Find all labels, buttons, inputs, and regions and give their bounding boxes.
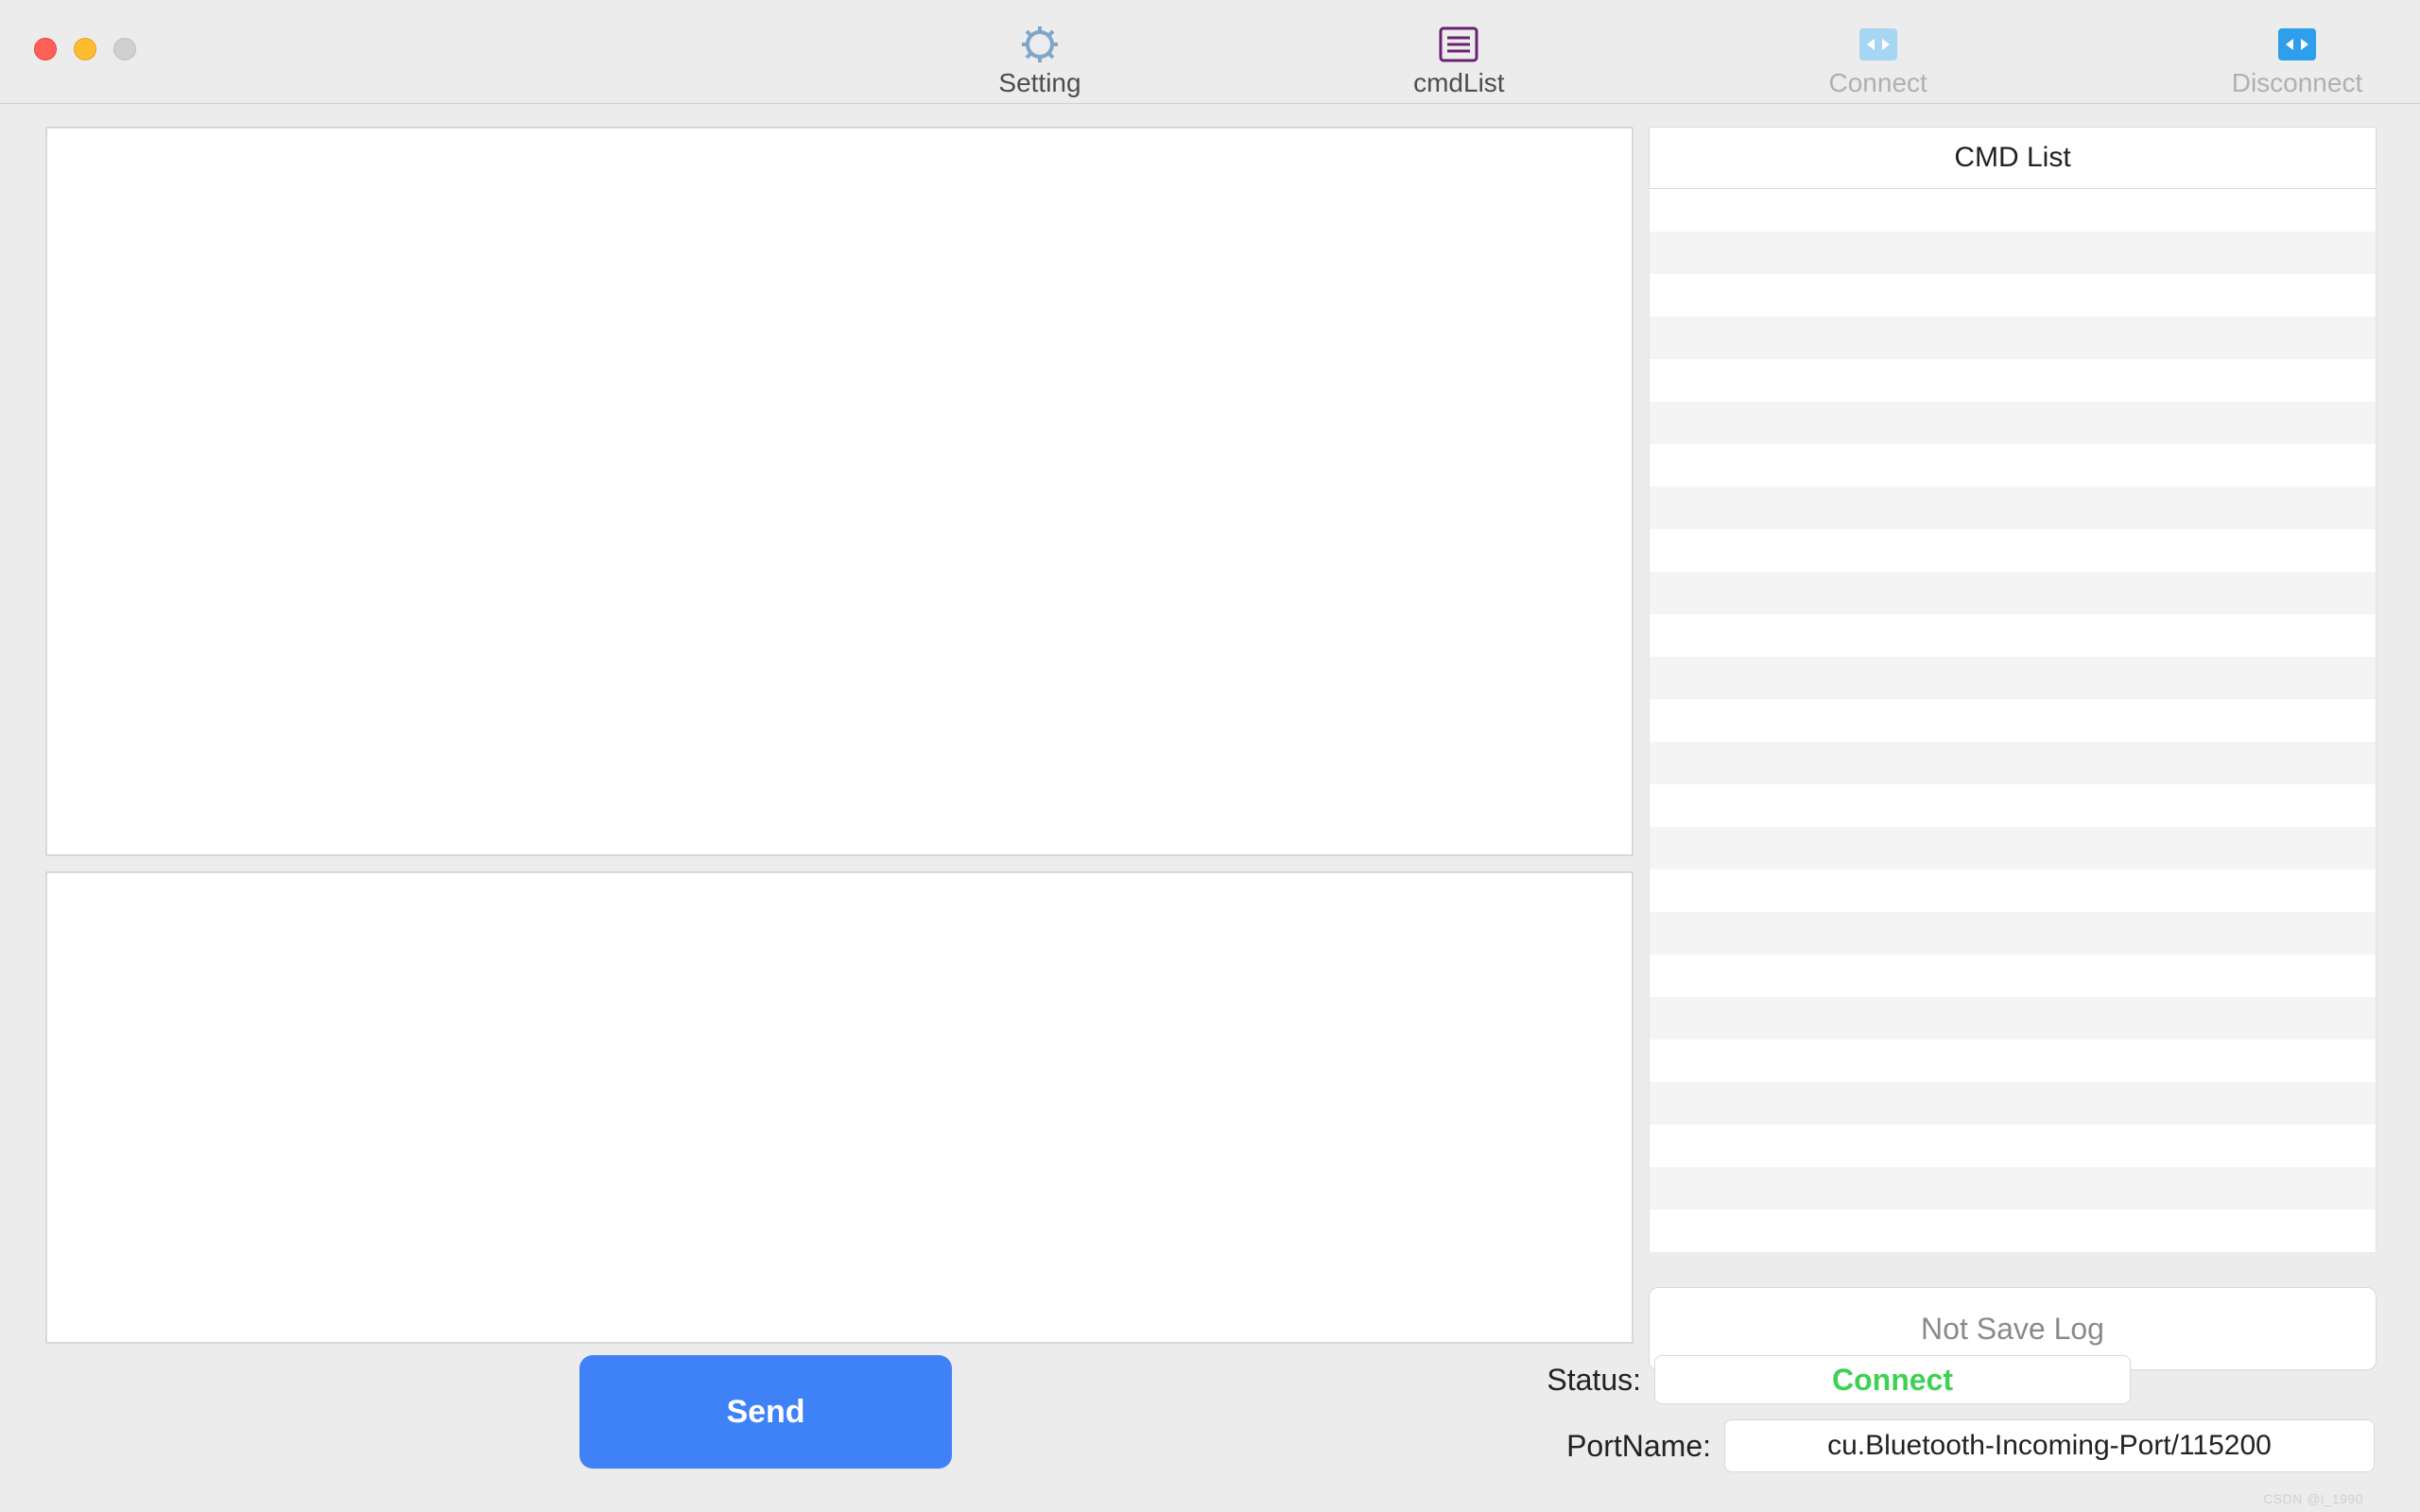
- watermark: CSDN @i_1990: [2263, 1491, 2363, 1506]
- minimize-icon[interactable]: [74, 38, 96, 60]
- cmd-list-row[interactable]: [1649, 274, 2377, 317]
- status-label: Status:: [1547, 1363, 1641, 1398]
- cmd-list-row[interactable]: [1649, 742, 2377, 784]
- cmd-list-row[interactable]: [1649, 444, 2377, 487]
- toolbar-connect[interactable]: Connect: [1784, 26, 1973, 98]
- cmd-list-rows[interactable]: [1649, 189, 2377, 1252]
- list-icon: [1438, 26, 1479, 62]
- cmd-list-row[interactable]: [1649, 912, 2377, 954]
- portname-field[interactable]: cu.Bluetooth-Incoming-Port/115200: [1724, 1419, 2375, 1472]
- toolbar-setting[interactable]: Setting: [945, 26, 1134, 98]
- cmd-list-row[interactable]: [1649, 189, 2377, 232]
- toolbar-disconnect[interactable]: Disconnect: [2203, 26, 2392, 98]
- cmd-list-row[interactable]: [1649, 1082, 2377, 1125]
- cmd-list-panel: CMD List: [1649, 127, 2377, 1252]
- cmd-list-row[interactable]: [1649, 954, 2377, 997]
- disconnect-icon: [2276, 26, 2318, 62]
- close-icon[interactable]: [34, 38, 57, 60]
- window-controls: [34, 38, 136, 60]
- cmd-list-row[interactable]: [1649, 529, 2377, 572]
- cmd-list-row[interactable]: [1649, 784, 2377, 827]
- portname-label: PortName:: [1566, 1429, 1711, 1464]
- toolbar-disconnect-label: Disconnect: [2232, 68, 2363, 98]
- cmd-list-row[interactable]: [1649, 1040, 2377, 1082]
- titlebar: Setting cmdList Connect: [0, 0, 2420, 104]
- send-button[interactable]: Send: [579, 1355, 952, 1469]
- cmd-list-row[interactable]: [1649, 614, 2377, 657]
- received-textarea[interactable]: [45, 127, 1634, 856]
- toolbar-cmdlist-label: cmdList: [1413, 68, 1504, 98]
- cmd-list-row[interactable]: [1649, 827, 2377, 869]
- cmd-list-row[interactable]: [1649, 317, 2377, 359]
- cmd-list-row[interactable]: [1649, 699, 2377, 742]
- toolbar-connect-label: Connect: [1829, 68, 1927, 98]
- cmd-list-row[interactable]: [1649, 359, 2377, 402]
- cmd-list-row[interactable]: [1649, 1210, 2377, 1252]
- send-textarea[interactable]: [45, 871, 1634, 1344]
- toolbar-cmdlist[interactable]: cmdList: [1364, 26, 1553, 98]
- cmd-list-row[interactable]: [1649, 997, 2377, 1040]
- cmd-list-row[interactable]: [1649, 1167, 2377, 1210]
- cmd-list-row[interactable]: [1649, 1125, 2377, 1167]
- cmd-list-row[interactable]: [1649, 572, 2377, 614]
- cmd-list-row[interactable]: [1649, 657, 2377, 699]
- gear-icon: [1019, 26, 1061, 62]
- cmd-list-row[interactable]: [1649, 869, 2377, 912]
- connect-icon: [1858, 26, 1899, 62]
- toolbar-setting-label: Setting: [998, 68, 1080, 98]
- cmd-list-row[interactable]: [1649, 487, 2377, 529]
- toolbar: Setting cmdList Connect: [945, 0, 2392, 104]
- status-row: Status: Connect: [1547, 1355, 2131, 1404]
- cmd-list-header: CMD List: [1649, 127, 2377, 189]
- portname-row: PortName: cu.Bluetooth-Incoming-Port/115…: [1566, 1419, 2375, 1472]
- status-field: Connect: [1654, 1355, 2131, 1404]
- zoom-icon[interactable]: [113, 38, 136, 60]
- content: CMD List Not Save Log: [0, 104, 2420, 1512]
- cmd-list-row[interactable]: [1649, 402, 2377, 444]
- cmd-list-row[interactable]: [1649, 232, 2377, 274]
